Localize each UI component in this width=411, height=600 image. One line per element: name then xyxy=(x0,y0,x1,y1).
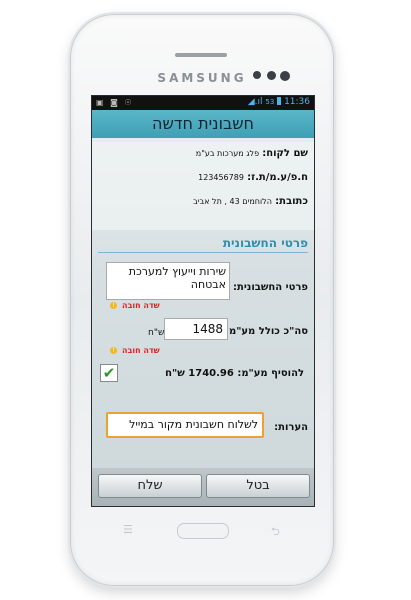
total-label: סה"כ כולל מע"מ: xyxy=(224,326,308,337)
back-icon[interactable]: ⮌ xyxy=(271,523,280,542)
customer-id-value: 123456789 xyxy=(198,173,244,182)
customer-name-value: פלג מערכות בע"מ xyxy=(195,149,260,158)
sensor-icon xyxy=(267,71,276,80)
invoice-form: שם לקוח: פלג מערכות בע"מ ח.פ/ע.מ/ת.ז: 12… xyxy=(92,138,314,468)
clock: 11:36 xyxy=(284,97,310,107)
warning-icon: ! xyxy=(110,302,117,309)
battery-icon xyxy=(277,97,282,105)
status-right: ◢.ıl 53 11:36 xyxy=(248,97,310,107)
notification-icons: ▣ ◙ ☉ xyxy=(96,98,134,107)
customer-id-label: ח.פ/ע.מ/ת.ז: xyxy=(247,172,308,183)
screen: ▣ ◙ ☉ ◢.ıl 53 11:36 חשבונית חדשה שם לקוח… xyxy=(91,95,315,507)
vat-checkbox[interactable]: ✔ xyxy=(100,364,118,382)
send-button[interactable]: שלח xyxy=(98,474,202,498)
proximity-sensor-icon xyxy=(280,71,290,81)
action-bar: שלח בטל xyxy=(92,468,314,506)
checkmark-icon: ✔ xyxy=(102,364,116,382)
customer-name-label: שם לקוח: xyxy=(262,148,308,159)
device-brand: SAMSUNG xyxy=(157,71,247,85)
details-input[interactable]: שירות וייעוץ למערכת אבטחה xyxy=(106,262,230,300)
customer-info: שם לקוח: פלג מערכות בע"מ ח.פ/ע.מ/ת.ז: 12… xyxy=(92,142,314,230)
customer-address-row: כתובת: הלוחמים 43 , תל אביב xyxy=(193,196,308,207)
customer-id-row: ח.פ/ע.מ/ת.ז: 123456789 xyxy=(198,172,308,183)
home-button[interactable] xyxy=(177,523,229,539)
total-input[interactable]: 1488 xyxy=(164,318,228,340)
notes-label: הערות: xyxy=(274,422,308,433)
cancel-button[interactable]: בטל xyxy=(206,474,310,498)
phone-frame: SAMSUNG ▣ ◙ ☉ ◢.ıl 53 11:36 חשבונית חדשה… xyxy=(70,14,334,586)
section-title: פרטי החשבונית xyxy=(222,236,308,250)
signal-icon: ◢.ıl xyxy=(247,97,263,107)
customer-address-label: כתובת: xyxy=(275,196,308,207)
section-divider xyxy=(98,252,308,253)
vat-label: להוסיף מע"מ: 1740.96 ש"ח xyxy=(165,368,304,379)
front-camera-icon xyxy=(253,71,261,79)
details-label: פרטי החשבונית: xyxy=(233,282,308,293)
currency-label: ש"ח xyxy=(148,328,165,338)
earpiece-speaker xyxy=(175,53,227,57)
customer-address-value: הלוחמים 43 , תל אביב xyxy=(193,197,272,206)
page-title: חשבונית חדשה xyxy=(92,110,314,138)
total-required-note: שדה חובה xyxy=(122,346,160,355)
details-required-note: שדה חובה xyxy=(122,301,160,310)
menu-icon[interactable]: ☰ xyxy=(123,523,133,536)
notes-input[interactable]: לשלוח חשבונית מקור במייל xyxy=(106,412,264,438)
customer-name-row: שם לקוח: פלג מערכות בע"מ xyxy=(196,148,308,159)
status-bar: ▣ ◙ ☉ ◢.ıl 53 11:36 xyxy=(92,96,314,110)
warning-icon: ! xyxy=(110,347,117,354)
battery-level: 53 xyxy=(265,98,275,106)
